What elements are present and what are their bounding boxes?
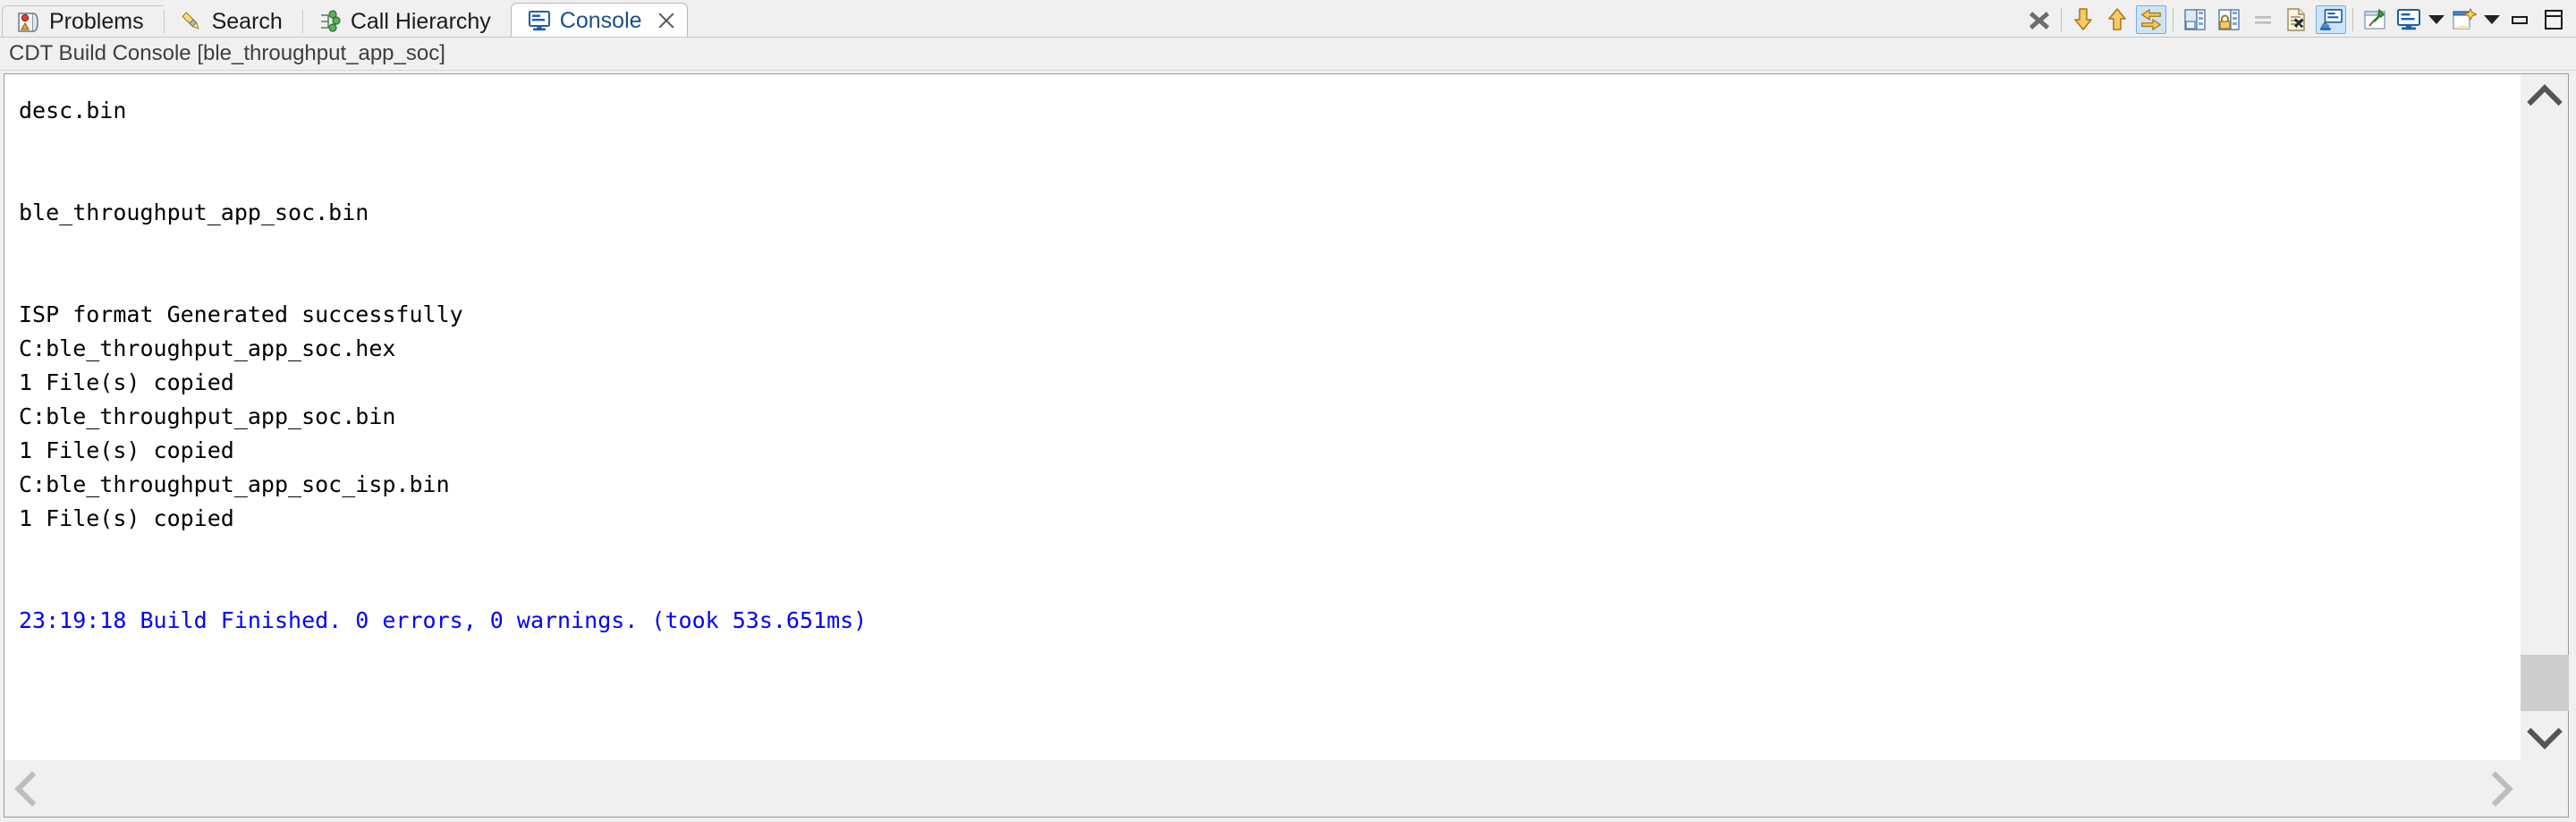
problems-icon bbox=[17, 11, 40, 34]
console-line: C:ble_throughput_app_soc_isp.bin bbox=[19, 471, 450, 497]
display-console-icon bbox=[2397, 9, 2420, 30]
scroll-up-button[interactable] bbox=[2521, 74, 2569, 123]
remove-launch-icon bbox=[2287, 8, 2305, 31]
console-line: ISP format Generated successfully bbox=[19, 301, 463, 327]
console-line: ble_throughput_app_soc.bin bbox=[19, 199, 369, 225]
tab-search[interactable]: Search bbox=[163, 5, 302, 38]
word-wrap-button[interactable] bbox=[2136, 5, 2166, 34]
display-console-menu-arrow[interactable] bbox=[2427, 5, 2446, 34]
tab-bar-underline bbox=[0, 37, 2576, 38]
tab-call-hierarchy[interactable]: Call Hierarchy bbox=[301, 5, 511, 38]
maximize-icon bbox=[2545, 10, 2563, 30]
tab-label: Search bbox=[211, 8, 283, 34]
minimize-view-button[interactable] bbox=[2506, 6, 2533, 33]
remove-console-button[interactable] bbox=[2282, 5, 2312, 34]
call-hierarchy-icon bbox=[318, 10, 342, 33]
console-line: C:ble_throughput_app_soc.bin bbox=[19, 403, 396, 429]
tab-label: Problems bbox=[49, 9, 144, 34]
open-console-menu-arrow[interactable] bbox=[2482, 5, 2502, 34]
chevron-down-icon bbox=[2428, 15, 2445, 24]
console-line-build-finished: 23:19:18 Build Finished. 0 errors, 0 war… bbox=[19, 607, 868, 633]
close-icon[interactable] bbox=[657, 11, 676, 30]
arrow-up-icon bbox=[2108, 8, 2126, 30]
chevron-up-icon bbox=[2527, 84, 2563, 120]
scroll-right-button[interactable] bbox=[2471, 760, 2520, 818]
show-console-button[interactable] bbox=[2316, 5, 2346, 34]
equals-icon bbox=[2255, 16, 2271, 24]
tab-label: Console bbox=[559, 7, 642, 33]
console-line: 1 File(s) copied bbox=[19, 505, 234, 531]
clear-console-button[interactable] bbox=[2180, 5, 2210, 34]
console-line: C:ble_throughput_app_soc.hex bbox=[19, 335, 396, 361]
scroll-lock-down-button[interactable] bbox=[2068, 5, 2098, 34]
chevron-down-icon bbox=[2484, 15, 2500, 24]
maximize-view-button[interactable] bbox=[2540, 6, 2567, 33]
horizontal-scrollbar[interactable] bbox=[4, 759, 2568, 817]
tab-console[interactable]: Console bbox=[510, 3, 688, 38]
console-icon bbox=[528, 9, 551, 32]
display-selected-console-button[interactable] bbox=[2394, 5, 2424, 34]
toolbar-separator bbox=[2352, 8, 2353, 31]
open-console-button[interactable] bbox=[2449, 5, 2479, 34]
clear-console-icon bbox=[2184, 9, 2206, 30]
toolbar-separator bbox=[2173, 8, 2174, 31]
console-title: CDT Build Console [ble_throughput_app_so… bbox=[9, 41, 445, 65]
console-output[interactable]: desc.bin ble_throughput_app_soc.bin ISP … bbox=[4, 74, 2520, 759]
chevron-left-icon bbox=[14, 771, 50, 807]
previous-button[interactable] bbox=[2102, 5, 2132, 34]
console-view: Problems Search Call Hierarchy Console C… bbox=[0, 0, 2576, 822]
wrap-arrows-icon bbox=[2141, 9, 2161, 30]
tab-label: Call Hierarchy bbox=[350, 8, 491, 34]
toolbar-separator bbox=[2061, 8, 2062, 31]
vertical-scrollbar[interactable] bbox=[2520, 74, 2569, 759]
scroll-left-button[interactable] bbox=[8, 760, 56, 818]
console-toolbar bbox=[2022, 4, 2571, 36]
show-console-icon bbox=[2319, 9, 2343, 30]
new-console-icon bbox=[2453, 8, 2477, 30]
scroll-lock-button[interactable] bbox=[2214, 5, 2244, 34]
console-line: 1 File(s) copied bbox=[19, 369, 234, 395]
search-icon bbox=[180, 10, 203, 33]
scroll-down-button[interactable] bbox=[2521, 711, 2569, 759]
pin-icon bbox=[2364, 8, 2385, 30]
vertical-scrollbar-thumb[interactable] bbox=[2521, 655, 2569, 711]
console-line: 1 File(s) copied bbox=[19, 437, 234, 463]
title-divider bbox=[0, 70, 2576, 71]
scrollbar-corner bbox=[2520, 759, 2568, 817]
bottom-strip bbox=[0, 818, 2576, 822]
minimize-icon bbox=[2512, 15, 2528, 24]
chevron-down-icon bbox=[2527, 714, 2563, 750]
terminate-x-icon bbox=[2029, 12, 2049, 30]
tab-problems[interactable]: Problems bbox=[2, 5, 164, 38]
pin-console-button[interactable] bbox=[2360, 5, 2390, 34]
tab-strip: Problems Search Call Hierarchy Console bbox=[0, 0, 688, 38]
arrow-down-icon bbox=[2074, 8, 2092, 30]
scroll-lock-icon bbox=[2218, 9, 2240, 30]
terminate-button[interactable] bbox=[2024, 5, 2055, 34]
console-line: desc.bin bbox=[19, 97, 127, 123]
console-panel: desc.bin ble_throughput_app_soc.bin ISP … bbox=[4, 73, 2569, 818]
chevron-right-icon bbox=[2478, 771, 2513, 807]
equals-button[interactable] bbox=[2248, 5, 2278, 34]
